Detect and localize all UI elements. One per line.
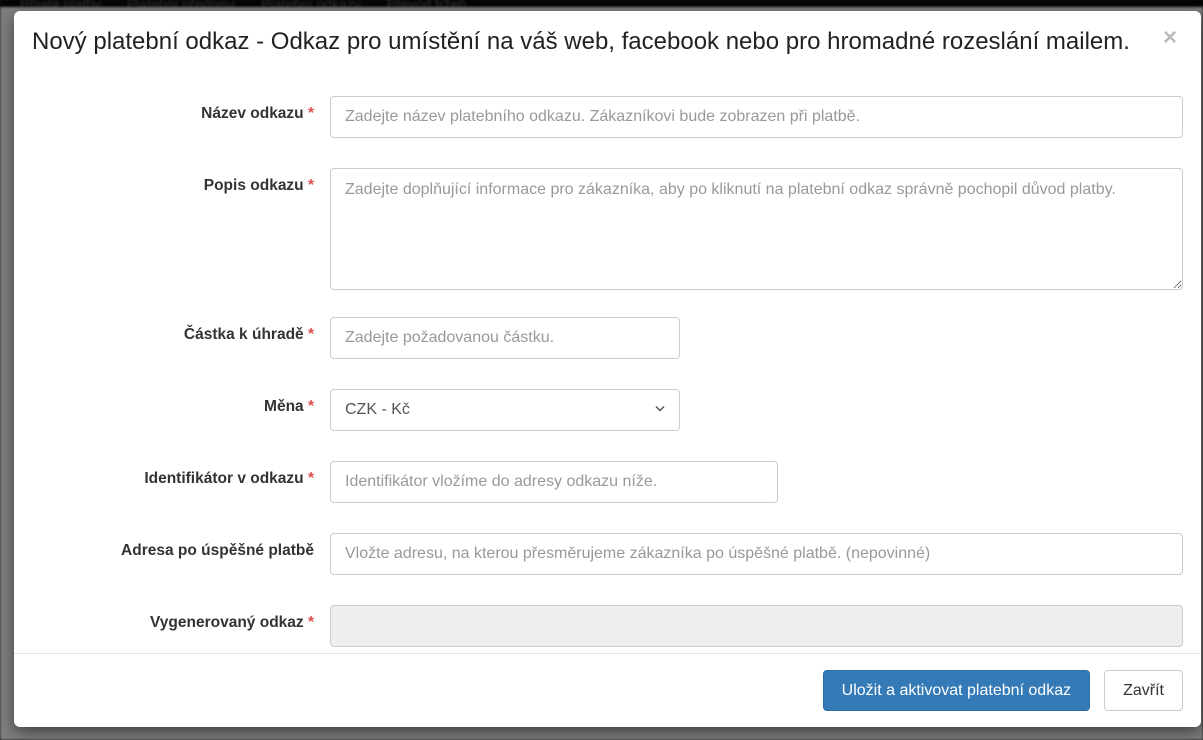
label-identifier: Identifikátor v odkazu * — [32, 461, 330, 488]
form-row-description: Popis odkazu * — [32, 168, 1183, 293]
name-input[interactable] — [330, 96, 1183, 138]
generated-link-output — [330, 605, 1183, 647]
description-textarea[interactable] — [330, 168, 1183, 290]
form-row-success-url: Adresa po úspěšné platbě — [32, 533, 1183, 575]
close-icon[interactable]: × — [1157, 25, 1183, 51]
modal-title: Nový platební odkaz - Odkaz pro umístění… — [32, 26, 1183, 58]
label-success-url: Adresa po úspěšné platbě — [32, 533, 330, 560]
form-row-generated-link: Vygenerovaný odkaz * — [32, 605, 1183, 647]
modal-new-payment-link: Nový platební odkaz - Odkaz pro umístění… — [14, 11, 1201, 727]
label-name: Název odkazu * — [32, 96, 330, 123]
label-description: Popis odkazu * — [32, 168, 330, 195]
label-generated-link: Vygenerovaný odkaz * — [32, 605, 330, 632]
label-amount: Částka k úhradě * — [32, 317, 330, 344]
close-button[interactable]: Zavřít — [1104, 670, 1183, 711]
identifier-input[interactable] — [330, 461, 778, 503]
form-row-identifier: Identifikátor v odkazu * — [32, 461, 1183, 503]
modal-body: Název odkazu * Popis odkazu * Částka k ú… — [14, 72, 1201, 652]
modal-header: Nový platební odkaz - Odkaz pro umístění… — [14, 11, 1201, 72]
success-url-input[interactable] — [330, 533, 1183, 575]
modal-footer: Uložit a aktivovat platební odkaz Zavřít — [14, 653, 1201, 727]
save-activate-button[interactable]: Uložit a aktivovat platební odkaz — [823, 670, 1090, 711]
amount-input[interactable] — [330, 317, 680, 359]
label-currency: Měna * — [32, 389, 330, 416]
form-row-name: Název odkazu * — [32, 96, 1183, 138]
form-row-amount: Částka k úhradě * — [32, 317, 1183, 359]
currency-select[interactable]: CZK - Kč — [330, 389, 680, 431]
form-row-currency: Měna * CZK - Kč — [32, 389, 1183, 431]
